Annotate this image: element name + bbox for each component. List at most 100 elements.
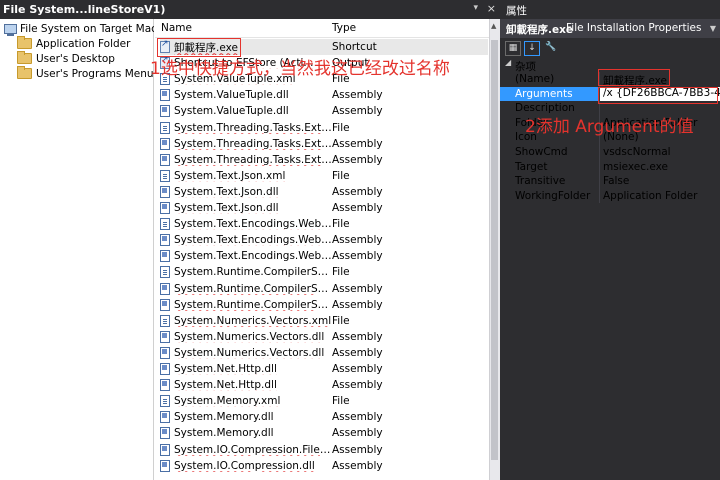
file-name: System.Text.Json.dll [174, 202, 279, 214]
file-row[interactable]: System.Text.Encodings.Web.dll Assembly [160, 248, 488, 264]
object-kind: File Installation Properties [566, 22, 702, 34]
property-separator [599, 174, 600, 189]
property-name: Arguments [515, 87, 573, 100]
categorized-icon[interactable]: ▦ [505, 41, 521, 56]
property-separator [599, 145, 600, 160]
property-value[interactable]: vsdscNormal [603, 146, 671, 158]
tree-item-application-folder[interactable]: Application Folder [17, 36, 130, 51]
assembly-icon [160, 411, 170, 424]
file-name: System.ValueTuple.dll [174, 89, 289, 102]
file-type: Assembly [332, 137, 383, 150]
file-row[interactable]: System.Numerics.Vectors.xml File [160, 313, 488, 329]
file-name: System.Memory.dll [174, 411, 274, 424]
file-name: System.Memory.dll [174, 427, 274, 440]
file-row[interactable]: System.Threading.Tasks.Extensi...File [160, 120, 488, 136]
annotation-box-arguments [598, 87, 718, 104]
file-name: System.ValueTuple.dll [174, 105, 289, 118]
property-value[interactable]: msiexec.exe [603, 161, 668, 173]
assembly-icon [160, 298, 170, 311]
file-row[interactable]: System.Memory.dll Assembly [160, 409, 488, 425]
file-name: System.Text.Encodings.Web.dll [174, 250, 332, 263]
file-type: Assembly [332, 105, 383, 118]
assembly-icon [160, 330, 170, 343]
property-name: WorkingFolder [515, 189, 591, 202]
file-type: Assembly [332, 459, 383, 472]
property-row[interactable]: ShowCmd vsdscNormal [500, 145, 720, 160]
file-row[interactable]: System.Text.Json.dll Assembly [160, 184, 488, 200]
tree-item-users-desktop[interactable]: User's Desktop [17, 51, 115, 66]
annotation-step1: 1选中快捷方式，当然我这已经改过名称 [150, 59, 450, 79]
annotation-step2: 2添加 Argument的值 [525, 117, 694, 137]
tree-item-users-programs-menu[interactable]: User's Programs Menu [17, 66, 154, 81]
alphabetical-icon[interactable]: ↓ [524, 41, 540, 56]
file-name: System.Text.Json.dll [174, 185, 279, 198]
object-selector[interactable]: 卸載程序.exe File Installation Properties ▼ [500, 19, 720, 38]
file-row[interactable]: System.Runtime.CompilerService...File [160, 264, 488, 280]
document-tab[interactable]: File System...lineStoreV1) ▾ × [0, 0, 500, 19]
property-name: Target [515, 160, 548, 173]
assembly-icon [160, 459, 170, 472]
assembly-icon [160, 379, 170, 392]
file-row[interactable]: System.Threading.Tasks.Extensi...Assembl… [160, 152, 488, 168]
file-name: System.Numerics.Vectors.dll [174, 346, 325, 359]
file-row[interactable]: System.ValueTuple.dll Assembly [160, 103, 488, 119]
file-row[interactable]: System.Threading.Tasks.Extensi...Assembl… [160, 136, 488, 152]
file-name: System.Net.Http.dll [174, 379, 277, 392]
file-name: System.Memory.xml [174, 395, 281, 408]
chevron-down-icon[interactable]: ▼ [710, 24, 716, 33]
file-row[interactable]: System.Text.Encodings.Web.dll Assembly [160, 232, 488, 248]
object-name: 卸載程序.exe [506, 24, 574, 36]
file-row[interactable]: System.Memory.dll Assembly [160, 425, 488, 441]
file-type: File [332, 395, 350, 408]
assembly-icon [160, 443, 170, 456]
file-row[interactable]: System.Runtime.CompilerService...Assembl… [160, 281, 488, 297]
assembly-icon [160, 346, 170, 359]
file-name: System.IO.Compression.dll [174, 459, 315, 472]
property-row[interactable]: Target msiexec.exe [500, 159, 720, 175]
annotation-box-name [598, 69, 670, 86]
file-row[interactable]: System.ValueTuple.dll Assembly [160, 87, 488, 103]
file-row[interactable]: System.IO.Compression.dll Assembly [160, 458, 488, 474]
file-row[interactable]: System.IO.Compression.FileSyst...Assembl… [160, 442, 488, 458]
close-icon[interactable]: × [487, 2, 496, 15]
assembly-icon [160, 185, 170, 198]
column-header-type[interactable]: Type [332, 22, 356, 38]
collapse-icon[interactable]: ◢ [505, 58, 511, 67]
file-type: Assembly [332, 330, 383, 343]
properties-title: 属性 [506, 5, 527, 17]
file-row[interactable]: System.Net.Http.dll Assembly [160, 377, 488, 393]
property-value[interactable]: False [603, 175, 629, 187]
file-name: System.Threading.Tasks.Extensi... [174, 121, 332, 134]
file-icon [160, 266, 170, 279]
file-name: System.Runtime.CompilerService... [174, 298, 332, 311]
file-row[interactable]: System.Text.Json.dll Assembly [160, 200, 488, 216]
assembly-icon [160, 202, 170, 214]
assembly-icon [160, 137, 170, 150]
file-row[interactable]: System.Numerics.Vectors.dll Assembly [160, 329, 488, 345]
scroll-up-icon[interactable]: ▲ [491, 22, 496, 30]
column-header-name[interactable]: Name [161, 22, 192, 38]
property-row[interactable]: Transitive False [500, 174, 720, 189]
tree-root[interactable]: File System on Target Machine [4, 21, 154, 36]
file-row[interactable]: System.Text.Encodings.Web.xml File [160, 216, 488, 232]
file-row[interactable]: System.Numerics.Vectors.dll Assembly [160, 345, 488, 361]
file-type: File [332, 314, 350, 327]
file-row[interactable]: System.Runtime.CompilerService...Assembl… [160, 297, 488, 313]
tree-item-label: User's Programs Menu [36, 67, 154, 80]
file-row[interactable]: System.Memory.xml File [160, 393, 488, 409]
tree-item-label: User's Desktop [36, 52, 115, 65]
property-value[interactable]: Application Folder [603, 190, 697, 202]
file-type: Shortcut [332, 41, 377, 53]
file-type: Assembly [332, 234, 383, 247]
scrollbar-thumb[interactable] [491, 40, 498, 460]
file-row[interactable]: System.Text.Json.xml File [160, 168, 488, 184]
property-pages-icon[interactable]: 🔧 [544, 41, 558, 54]
file-row[interactable]: System.Net.Http.dll Assembly [160, 361, 488, 377]
property-row[interactable]: WorkingFolder Application Folder [500, 188, 720, 204]
assembly-icon [160, 153, 170, 166]
property-name: ShowCmd [515, 146, 568, 158]
file-type: Assembly [332, 250, 383, 263]
tab-dropdown-icon[interactable]: ▾ [473, 3, 478, 13]
file-type: File [332, 266, 350, 279]
assembly-icon [160, 89, 170, 102]
